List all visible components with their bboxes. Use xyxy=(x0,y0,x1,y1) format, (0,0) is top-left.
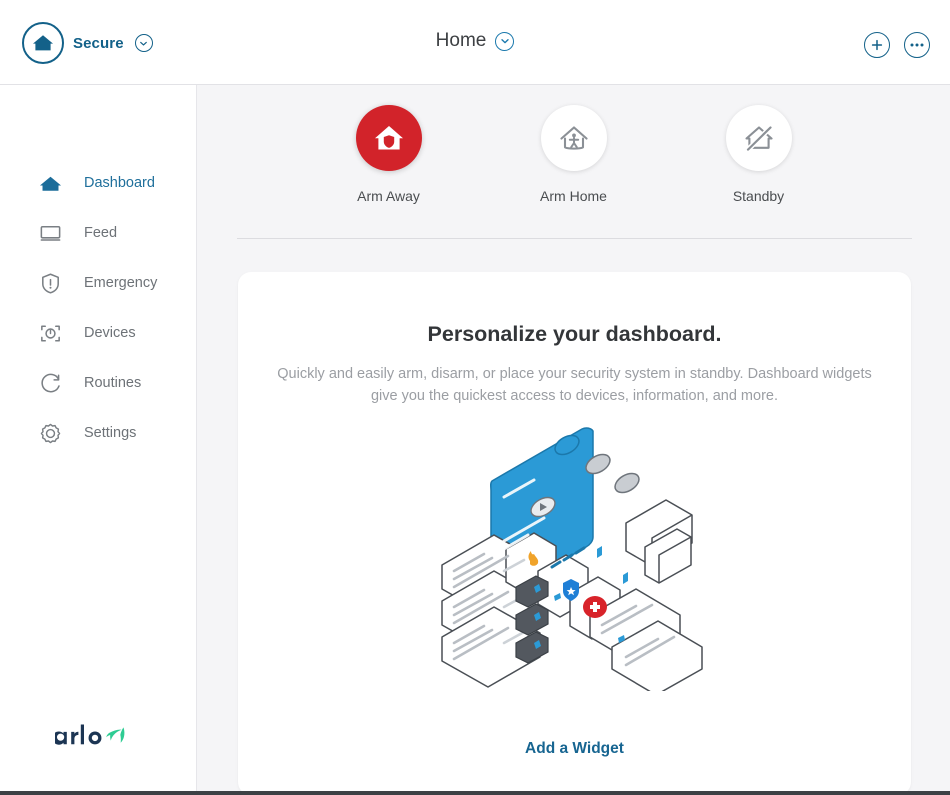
house-person-icon xyxy=(540,105,607,171)
plus-circle-icon[interactable] xyxy=(864,32,890,58)
sidebar-item-label: Settings xyxy=(84,425,137,441)
more-horizontal-icon[interactable] xyxy=(904,32,930,58)
home-icon xyxy=(38,171,63,196)
sidebar-item-emergency[interactable]: Emergency xyxy=(0,258,197,308)
app-window: Secure Home Dashboard Feed Emergency Dev… xyxy=(0,0,950,795)
sidebar-item-label: Dashboard xyxy=(84,175,155,191)
arlo-logo xyxy=(52,713,155,753)
personalize-dashboard-panel: Personalize your dashboard. Quickly and … xyxy=(238,272,911,795)
section-divider xyxy=(237,238,912,239)
house-shield-icon xyxy=(355,105,422,171)
sidebar: Dashboard Feed Emergency Devices Routine… xyxy=(0,85,197,795)
shield-alert-icon xyxy=(38,271,63,296)
panel-title: Personalize your dashboard. xyxy=(427,322,722,346)
mode-button-standby[interactable]: Standby xyxy=(709,105,809,204)
mode-button-arm-home[interactable]: Arm Home xyxy=(524,105,624,204)
sidebar-item-label: Routines xyxy=(84,375,142,391)
mode-selector: Arm Away Arm Home Standby xyxy=(197,105,950,204)
sidebar-item-label: Devices xyxy=(84,325,136,341)
sidebar-item-dashboard[interactable]: Dashboard xyxy=(0,158,197,208)
add-widget-link[interactable]: Add a Widget xyxy=(238,740,911,758)
chevron-down-icon[interactable] xyxy=(495,31,515,51)
main-content: Arm Away Arm Home Standby Personalize yo… xyxy=(197,85,950,795)
sidebar-item-settings[interactable]: Settings xyxy=(0,408,197,458)
mode-label: Arm Away xyxy=(357,188,420,204)
camera-focus-icon xyxy=(38,321,63,346)
sidebar-item-devices[interactable]: Devices xyxy=(0,308,197,358)
gear-icon xyxy=(38,421,63,446)
window-bottom-bar xyxy=(0,791,950,795)
dashboard-widgets-illustration xyxy=(430,419,720,696)
monitor-icon xyxy=(38,221,63,246)
location-selector[interactable]: Home xyxy=(0,30,950,52)
sidebar-item-feed[interactable]: Feed xyxy=(0,208,197,258)
sidebar-item-label: Feed xyxy=(84,225,118,241)
sidebar-item-routines[interactable]: Routines xyxy=(0,358,197,408)
mode-button-arm-away[interactable]: Arm Away xyxy=(339,105,439,204)
sidebar-item-label: Emergency xyxy=(84,275,158,291)
app-header: Secure Home xyxy=(0,0,950,85)
panel-subtitle: Quickly and easily arm, disarm, or place… xyxy=(277,366,872,404)
refresh-circle-icon xyxy=(38,371,63,396)
header-actions xyxy=(864,32,930,58)
mode-label: Arm Home xyxy=(540,188,607,204)
page-title: Home xyxy=(435,30,487,51)
house-slash-icon xyxy=(725,105,792,171)
mode-label: Standby xyxy=(732,188,785,204)
sidebar-nav: Dashboard Feed Emergency Devices Routine… xyxy=(0,158,197,458)
